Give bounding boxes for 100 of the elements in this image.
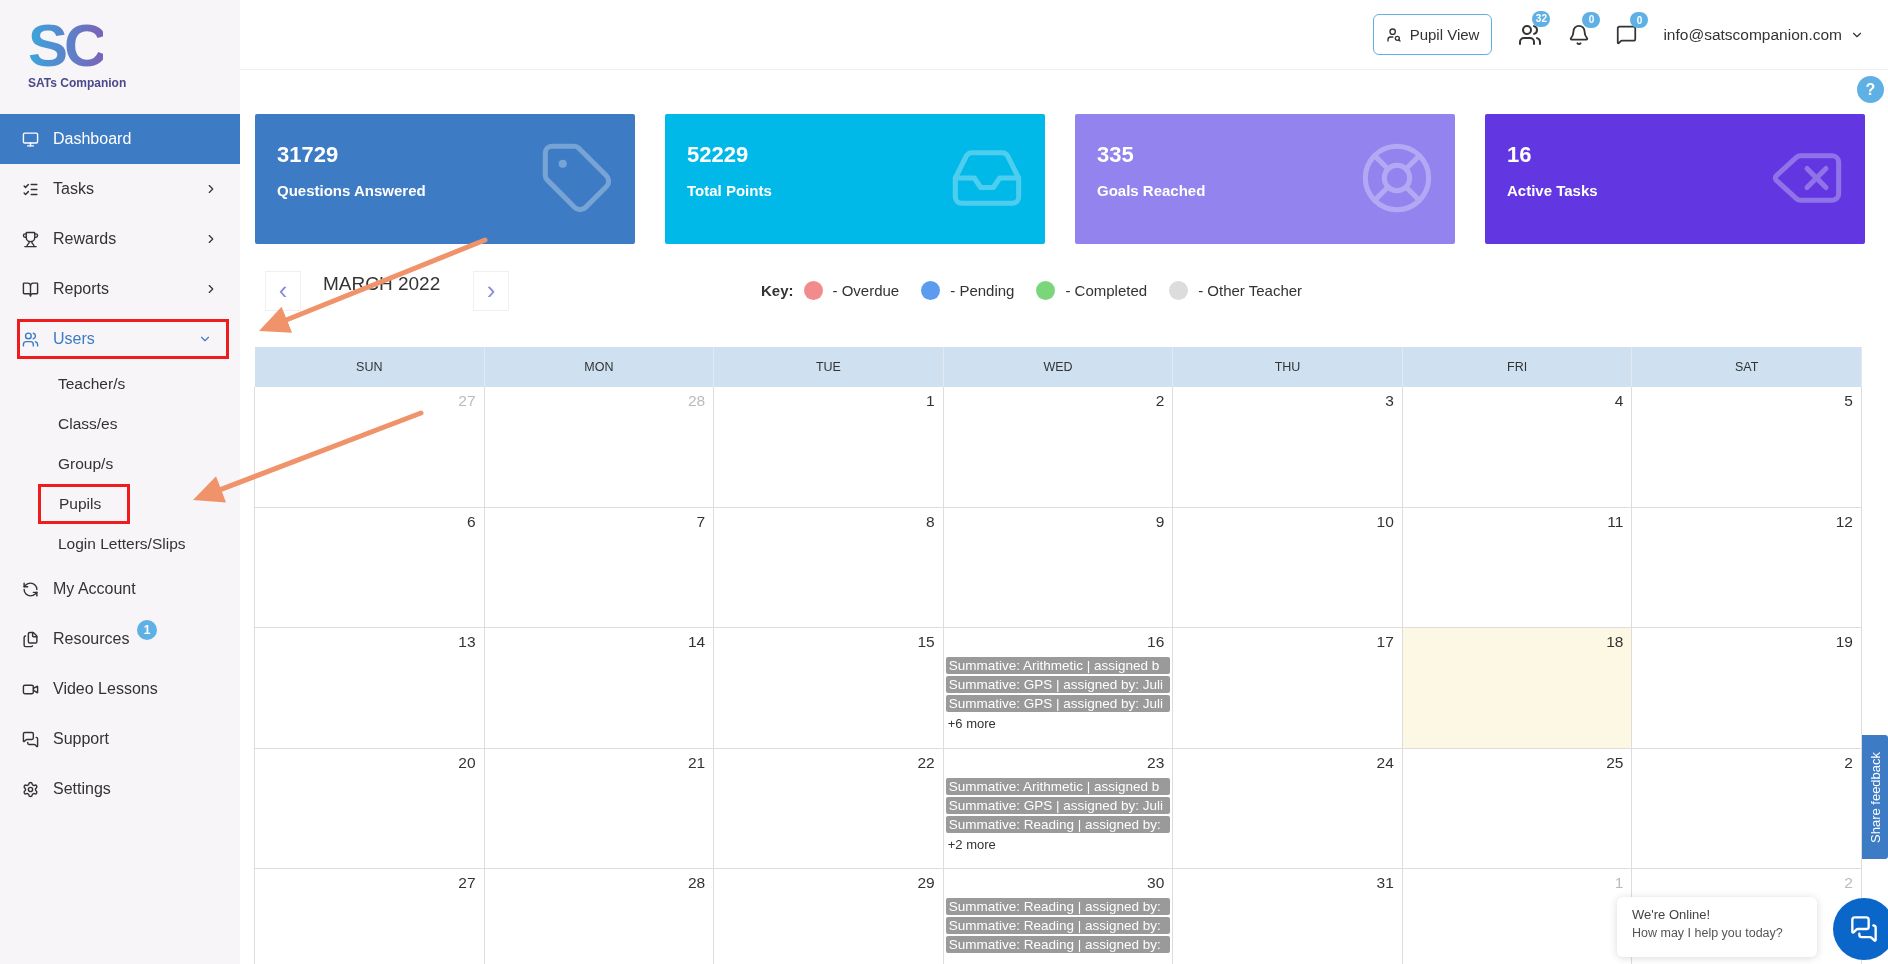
day-number: 11: [1607, 512, 1624, 531]
day-number: 28: [687, 392, 706, 410]
day-number: 27: [458, 874, 476, 892]
chat-icon: [1850, 915, 1878, 943]
day-cell[interactable]: 5: [1631, 387, 1862, 508]
book-icon: [22, 280, 39, 298]
day-number: 14: [687, 633, 706, 651]
day-cell[interactable]: 2: [1631, 748, 1862, 869]
day-number: 24: [1376, 753, 1394, 772]
sidebar-item[interactable]: Resources 1: [0, 614, 240, 664]
more-events-link[interactable]: +2 more: [945, 836, 1171, 852]
search-user-icon: [1385, 26, 1402, 43]
day-number: 18: [1606, 633, 1624, 651]
day-number: 20: [458, 753, 476, 772]
day-cell[interactable]: 18: [1401, 628, 1633, 749]
day-number: 21: [687, 753, 706, 772]
count-badge: 1: [137, 620, 157, 640]
legend-text: - Overdue: [832, 282, 900, 299]
sidebar-item[interactable]: Rewards: [0, 214, 240, 264]
weekday-header: MON: [484, 347, 715, 387]
feedback-tab[interactable]: Share feedback: [1862, 735, 1888, 859]
users-icon[interactable]: [1518, 22, 1543, 47]
trophy-icon: [22, 230, 39, 248]
sidebar-item[interactable]: Tasks: [0, 164, 240, 214]
day-number: 28: [687, 874, 706, 892]
day-number: 2: [1844, 753, 1853, 772]
day-number: 3: [1385, 392, 1394, 410]
day-number: 17: [1376, 633, 1394, 651]
sidebar-item[interactable]: Dashboard: [0, 114, 240, 164]
weekday-header: SUN: [255, 347, 485, 387]
day-cell[interactable]: 6: [254, 507, 485, 628]
stat-value: 16: [1507, 142, 1533, 168]
chat-title: We're Online!: [1632, 907, 1712, 922]
day-number: 29: [917, 874, 935, 892]
count-badge: 0: [1630, 12, 1649, 28]
legend-text: - Other Teacher: [1198, 282, 1303, 299]
weekday-header: SAT: [1632, 347, 1862, 387]
stat-label: Active Tasks: [1507, 182, 1599, 199]
weekday-header: WED: [943, 347, 1174, 387]
chat-greeting-tooltip[interactable]: We're Online! How may I help you today?: [1617, 897, 1817, 957]
chat-icon: [22, 730, 39, 748]
day-cell[interactable]: 19: [1631, 628, 1862, 749]
count-badge: 0: [1582, 11, 1601, 28]
day-cell[interactable]: 20: [254, 748, 485, 869]
monitor-icon: [22, 130, 39, 148]
day-number: 7: [696, 512, 706, 531]
day-number: 5: [1844, 392, 1853, 410]
weekday-header: THU: [1173, 347, 1403, 387]
documents-icon: [22, 630, 39, 648]
sidebar-item[interactable]: Reports: [0, 264, 240, 314]
stat-value: 335: [1097, 142, 1135, 168]
day-cell[interactable]: 12: [1631, 507, 1862, 628]
sidebar-item[interactable]: Support: [0, 714, 240, 764]
submenu-item[interactable]: Login Letters/Slips: [58, 535, 186, 553]
weekday-header: FRI: [1402, 347, 1633, 387]
stat-label: Total Points: [687, 182, 773, 199]
count-badge: 32: [1532, 10, 1551, 27]
logo[interactable]: SC SATs Companion: [0, 0, 240, 114]
day-number: 8: [926, 512, 935, 531]
day-number: 4: [1614, 392, 1624, 410]
settings-icon: [22, 780, 39, 798]
stat-label: Goals Reached: [1097, 182, 1207, 199]
day-number: 12: [1835, 512, 1853, 531]
sidebar-item[interactable]: Settings: [0, 764, 240, 814]
stat-label: Questions Answered: [277, 182, 427, 199]
legend-text: - Completed: [1065, 282, 1148, 299]
more-events-link[interactable]: +6 more: [945, 716, 1171, 731]
day-number: 23: [1147, 753, 1165, 772]
day-number: 13: [458, 633, 476, 651]
submenu-item[interactable]: Group/s: [58, 455, 114, 473]
person-refresh-icon: [22, 580, 39, 598]
legend-text: - Pending: [950, 282, 1015, 299]
bell-icon[interactable]: [1568, 23, 1591, 46]
day-number: 27: [458, 392, 476, 410]
submenu-item[interactable]: Teacher/s: [58, 375, 126, 393]
day-number: 6: [466, 512, 476, 531]
weekday-header: TUE: [714, 347, 944, 387]
stat-value: 52229: [687, 142, 750, 168]
account-email[interactable]: info@satscompanion.com: [1663, 25, 1842, 44]
day-number: 30: [1147, 874, 1165, 892]
day-number: 2: [1155, 392, 1165, 410]
day-number: 19: [1835, 633, 1853, 651]
day-number: 9: [1155, 512, 1165, 531]
day-cell[interactable]: 13: [254, 628, 485, 749]
day-number: 2: [1844, 874, 1853, 892]
chat-subtitle: How may I help you today?: [1632, 926, 1784, 940]
stat-value: 31729: [277, 142, 340, 168]
sidebar-item[interactable]: Users: [12, 314, 234, 364]
pupil-view-button[interactable]: Pupil View: [1372, 14, 1493, 55]
message-icon[interactable]: [1616, 24, 1638, 45]
submenu-item[interactable]: Class/es: [58, 415, 118, 433]
day-number: 22: [917, 753, 935, 772]
day-number: 16: [1147, 633, 1165, 651]
sidebar-item[interactable]: My Account: [0, 564, 240, 614]
day-number: 25: [1606, 753, 1624, 772]
legend-label: Key:: [761, 282, 794, 299]
day-number: 1: [1614, 874, 1624, 892]
sidebar-item[interactable]: Video Lessons: [0, 664, 240, 714]
submenu-item[interactable]: Pupils: [38, 484, 131, 524]
users-icon: [22, 330, 39, 348]
